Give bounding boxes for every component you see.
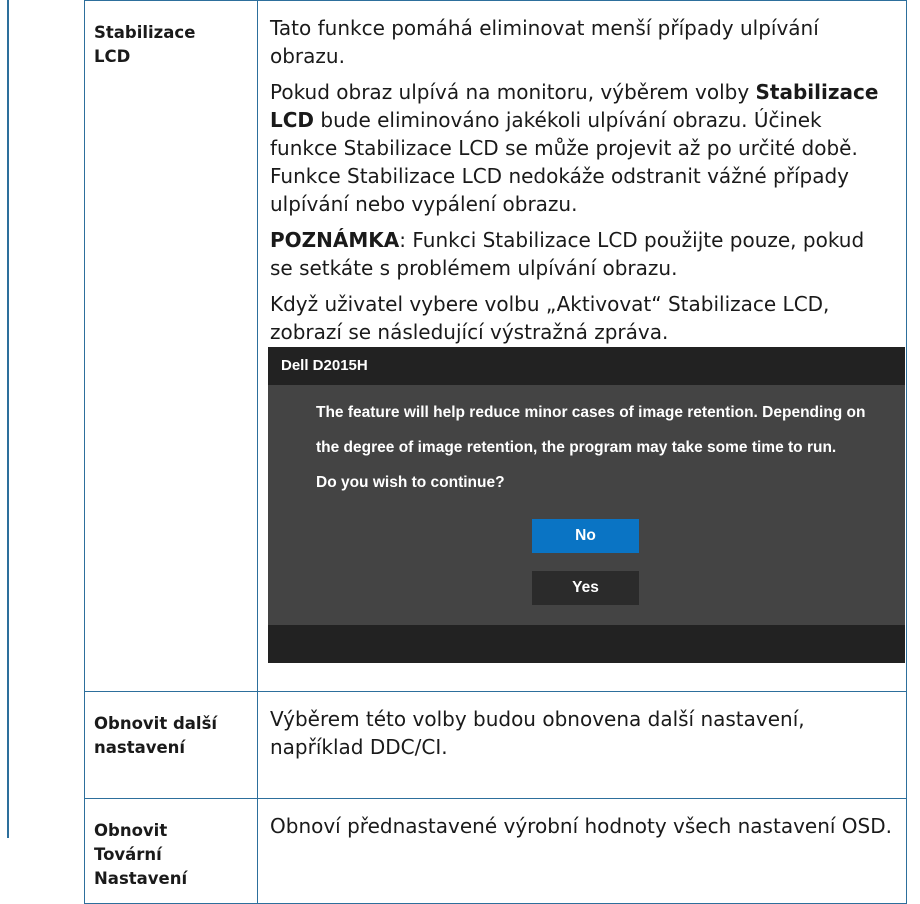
setting-label-cell: Stabilizace LCD bbox=[84, 0, 258, 692]
description-paragraph: Tato funkce pomáhá eliminovat menší příp… bbox=[270, 14, 892, 70]
note-paragraph: POZNÁMKA: Funkci Stabilizace LCD použijt… bbox=[270, 226, 892, 282]
dialog-message: The feature will help reduce minor cases… bbox=[268, 385, 905, 500]
yes-button[interactable]: Yes bbox=[532, 571, 639, 605]
dialog-message-line: the degree of image retention, the progr… bbox=[316, 439, 837, 456]
setting-label-line: Nastavení bbox=[94, 869, 188, 888]
dialog-footer-bar bbox=[268, 625, 905, 663]
table-row-factory-reset: Obnovit Tovární Nastavení Obnoví přednas… bbox=[84, 798, 907, 904]
dialog-message-line: The feature will help reduce minor cases… bbox=[316, 404, 866, 421]
description-text: bude eliminováno jakékoli ulpívání obraz… bbox=[270, 108, 858, 216]
table-row-lcd-conditioning: Stabilizace LCD Tato funkce pomáhá elimi… bbox=[84, 0, 907, 692]
description-paragraph: Pokud obraz ulpívá na monitoru, výběrem … bbox=[270, 78, 892, 218]
dialog-title: Dell D2015H bbox=[281, 357, 368, 374]
setting-label-line: LCD bbox=[94, 47, 131, 66]
setting-label-line: Tovární bbox=[94, 845, 162, 864]
warning-dialog-screenshot: Dell D2015H The feature will help reduce… bbox=[268, 347, 905, 663]
setting-label-line: Stabilizace bbox=[94, 23, 196, 42]
description-text: Pokud obraz ulpívá na monitoru, výběrem … bbox=[270, 80, 756, 104]
setting-description-cell: Tato funkce pomáhá eliminovat menší příp… bbox=[257, 0, 907, 692]
description-text: Tato funkce pomáhá eliminovat menší příp… bbox=[270, 16, 819, 68]
setting-description-cell: Obnoví přednastavené výrobní hodnoty vše… bbox=[257, 798, 907, 904]
osd-settings-table: Stabilizace LCD Tato funkce pomáhá elimi… bbox=[84, 0, 907, 904]
no-button[interactable]: No bbox=[532, 519, 639, 553]
description-paragraph: Když uživatel vybere volbu „Aktivovat“ S… bbox=[270, 290, 892, 346]
setting-label-line: Obnovit další bbox=[94, 714, 218, 733]
dialog-message-line: Do you wish to continue? bbox=[316, 474, 505, 491]
setting-label-line: Obnovit bbox=[94, 821, 168, 840]
setting-label-cell: Obnovit Tovární Nastavení bbox=[84, 798, 258, 904]
setting-label-line: nastavení bbox=[94, 738, 186, 757]
table-row-reset-other: Obnovit další nastavení Výběrem této vol… bbox=[84, 691, 907, 799]
setting-description-cell: Výběrem této volby budou obnovena další … bbox=[257, 691, 907, 799]
description-text: Obnoví přednastavené výrobní hodnoty vše… bbox=[270, 814, 893, 838]
description-text: Když uživatel vybere volbu „Aktivovat“ S… bbox=[270, 292, 830, 344]
setting-label-cell: Obnovit další nastavení bbox=[84, 691, 258, 799]
page-left-rule bbox=[7, 0, 9, 838]
dialog-title-bar: Dell D2015H bbox=[268, 347, 905, 385]
note-label: POZNÁMKA bbox=[270, 228, 400, 252]
description-text: Výběrem této volby budou obnovena další … bbox=[270, 707, 805, 759]
